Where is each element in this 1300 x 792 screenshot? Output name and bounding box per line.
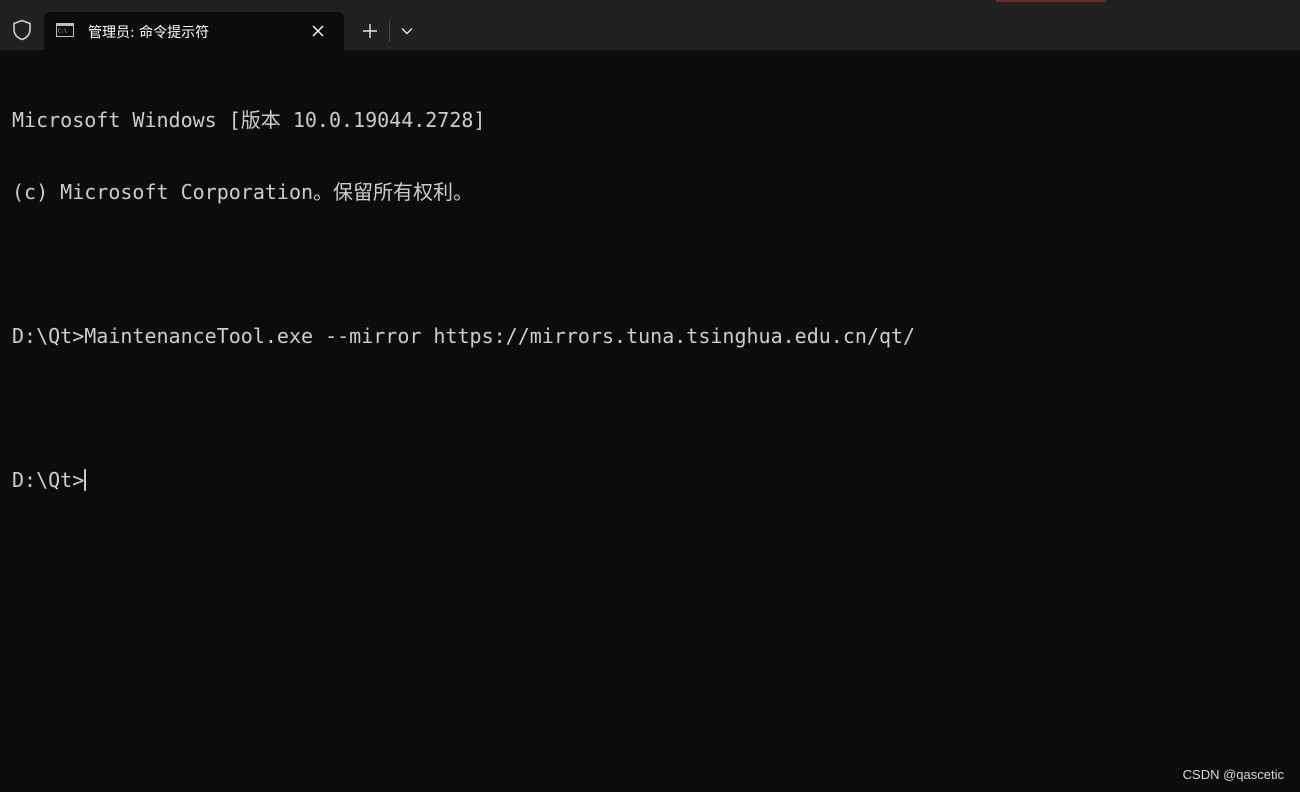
- close-icon[interactable]: [306, 20, 330, 42]
- terminal-line: (c) Microsoft Corporation。保留所有权利。: [12, 180, 474, 204]
- terminal-line: D:\Qt>MaintenanceTool.exe --mirror https…: [12, 324, 916, 348]
- chevron-down-icon: [401, 28, 413, 35]
- tab-command-prompt[interactable]: C:\ 管理员: 命令提示符: [44, 12, 344, 50]
- watermark: CSDN @qascetic: [1182, 767, 1284, 782]
- tab-separator: [389, 20, 390, 42]
- titlebar-accent: [996, 0, 1106, 2]
- tab-bar: C:\ 管理员: 命令提示符: [0, 0, 1300, 50]
- text-cursor: [84, 469, 87, 491]
- plus-icon: [363, 24, 377, 38]
- tab-dropdown-button[interactable]: [392, 17, 422, 45]
- prompt-text: D:\Qt>: [12, 468, 85, 492]
- terminal-area[interactable]: Microsoft Windows [版本 10.0.19044.2728] (…: [0, 50, 1300, 792]
- prompt-line[interactable]: D:\Qt>: [12, 468, 915, 492]
- svg-text:C:\: C:\: [58, 29, 67, 35]
- cmd-icon: C:\: [56, 23, 74, 37]
- terminal-line: Microsoft Windows [版本 10.0.19044.2728]: [12, 108, 486, 132]
- terminal-window: C:\ 管理员: 命令提示符 Microsoft Windows [版本 10.…: [0, 0, 1300, 792]
- new-tab-button[interactable]: [352, 17, 388, 45]
- shield-icon[interactable]: [4, 12, 40, 48]
- terminal-output: Microsoft Windows [版本 10.0.19044.2728] (…: [12, 60, 915, 540]
- tab-title: 管理员: 命令提示符: [88, 25, 210, 41]
